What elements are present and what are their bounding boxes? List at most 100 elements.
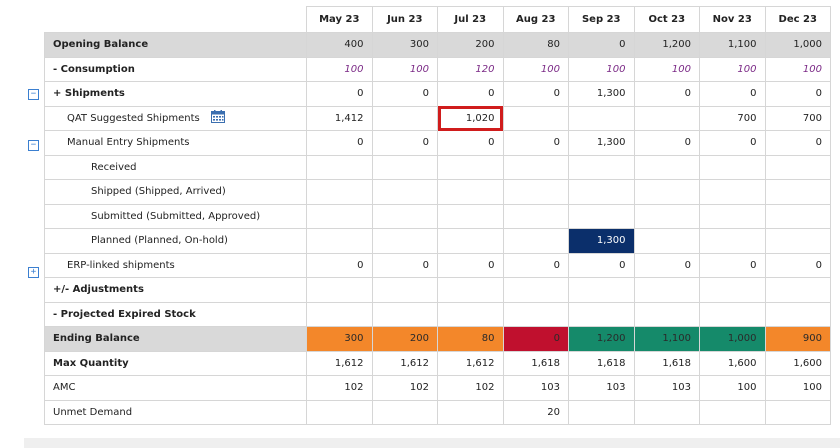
unmet-demand-cell	[764, 399, 831, 425]
shipped-cell[interactable]	[306, 179, 373, 205]
planned-cell[interactable]	[502, 228, 569, 254]
opening-balance-cell: 300	[371, 32, 438, 58]
received-cell[interactable]	[568, 154, 635, 180]
amc-cell: 103	[633, 375, 700, 401]
received-cell[interactable]	[371, 154, 438, 180]
submitted-cell[interactable]	[306, 203, 373, 229]
qat-suggested-cell[interactable]	[633, 105, 700, 131]
received-cell[interactable]	[699, 154, 766, 180]
planned-cell[interactable]	[371, 228, 438, 254]
amc-cell: 102	[371, 375, 438, 401]
adjustments-cell[interactable]	[699, 277, 766, 303]
qat-suggested-cell[interactable]: 700	[764, 105, 831, 131]
opening-balance-cell: 1,100	[699, 32, 766, 58]
expired-stock-cell	[502, 301, 569, 327]
qat-suggested-cell-highlighted[interactable]: 1,020	[437, 105, 504, 131]
manual-entry-cell: 0	[764, 130, 831, 156]
horizontal-scrollbar[interactable]	[24, 438, 840, 448]
month-header-row: May 23 Jun 23 Jul 23 Aug 23 Sep 23 Oct 2…	[44, 6, 831, 33]
expired-stock-cell	[764, 301, 831, 327]
shipments-cell: 0	[633, 81, 700, 107]
received-cell[interactable]	[633, 154, 700, 180]
erp-linked-cell: 0	[371, 252, 438, 278]
received-cell[interactable]	[502, 154, 569, 180]
planned-cell[interactable]	[633, 228, 700, 254]
month-header: May 23	[306, 6, 373, 33]
shipments-collapse-icon[interactable]: −	[28, 89, 39, 100]
consumption-cell[interactable]: 100	[568, 56, 635, 82]
consumption-row: - Consumption 100 100 120 100 100 100 10…	[44, 56, 831, 82]
received-cell[interactable]	[764, 154, 831, 180]
shipments-cell: 0	[306, 81, 373, 107]
submitted-cell[interactable]	[764, 203, 831, 229]
amc-cell: 100	[699, 375, 766, 401]
shipped-cell[interactable]	[568, 179, 635, 205]
expired-stock-cell	[437, 301, 504, 327]
manual-entry-cell: 0	[633, 130, 700, 156]
shipped-cell[interactable]	[437, 179, 504, 205]
qat-suggested-cell[interactable]: 1,412	[306, 105, 373, 131]
submitted-cell[interactable]	[437, 203, 504, 229]
consumption-cell[interactable]: 100	[764, 56, 831, 82]
adjustments-cell[interactable]	[502, 277, 569, 303]
submitted-cell[interactable]	[568, 203, 635, 229]
consumption-cell[interactable]: 100	[306, 56, 373, 82]
row-label: +/- Adjustments	[44, 277, 307, 303]
max-quantity-row: Max Quantity 1,612 1,612 1,612 1,618 1,6…	[44, 350, 831, 376]
opening-balance-cell: 200	[437, 32, 504, 58]
erp-expand-icon[interactable]: +	[28, 267, 39, 278]
submitted-row: Submitted (Submitted, Approved)	[44, 203, 831, 229]
submitted-cell[interactable]	[371, 203, 438, 229]
planned-cell-shipment[interactable]: 1,300	[568, 228, 635, 254]
manual-collapse-icon[interactable]: −	[28, 140, 39, 151]
shipped-cell[interactable]	[699, 179, 766, 205]
adjustments-cell[interactable]	[764, 277, 831, 303]
shipped-cell[interactable]	[633, 179, 700, 205]
adjustments-cell[interactable]	[437, 277, 504, 303]
erp-linked-cell: 0	[699, 252, 766, 278]
adjustments-cell[interactable]	[371, 277, 438, 303]
qat-suggested-cell[interactable]: 700	[699, 105, 766, 131]
submitted-cell[interactable]	[633, 203, 700, 229]
amc-cell: 102	[306, 375, 373, 401]
consumption-cell[interactable]: 100	[371, 56, 438, 82]
unmet-demand-cell	[437, 399, 504, 425]
consumption-cell[interactable]: 120	[437, 56, 504, 82]
planned-cell[interactable]	[699, 228, 766, 254]
submitted-cell[interactable]	[502, 203, 569, 229]
planned-cell[interactable]	[306, 228, 373, 254]
consumption-cell[interactable]: 100	[633, 56, 700, 82]
month-header: Oct 23	[633, 6, 700, 33]
adjustments-row: +/- Adjustments	[44, 277, 831, 303]
planned-cell[interactable]	[437, 228, 504, 254]
shipped-cell[interactable]	[371, 179, 438, 205]
qat-suggested-row: QAT Suggested Shipments 1,412 1,020 700 …	[44, 105, 831, 131]
unmet-demand-cell	[371, 399, 438, 425]
row-label: Planned (Planned, On-hold)	[44, 228, 307, 254]
received-cell[interactable]	[306, 154, 373, 180]
received-cell[interactable]	[437, 154, 504, 180]
month-header: Dec 23	[764, 6, 831, 33]
planned-cell[interactable]	[764, 228, 831, 254]
ending-balance-cell: 80	[437, 326, 504, 352]
erp-linked-row: ERP-linked shipments 0 0 0 0 0 0 0 0	[44, 252, 831, 278]
amc-row: AMC 102 102 102 103 103 103 100 100	[44, 375, 831, 401]
qat-suggested-cell[interactable]	[568, 105, 635, 131]
qat-suggested-cell[interactable]	[502, 105, 569, 131]
opening-balance-cell: 80	[502, 32, 569, 58]
amc-cell: 103	[502, 375, 569, 401]
erp-linked-cell: 0	[633, 252, 700, 278]
submitted-cell[interactable]	[699, 203, 766, 229]
row-label: Submitted (Submitted, Approved)	[44, 203, 307, 229]
shipped-cell[interactable]	[502, 179, 569, 205]
consumption-cell[interactable]: 100	[502, 56, 569, 82]
ending-balance-cell: 200	[371, 326, 438, 352]
adjustments-cell[interactable]	[306, 277, 373, 303]
consumption-cell[interactable]: 100	[699, 56, 766, 82]
adjustments-cell[interactable]	[568, 277, 635, 303]
max-quantity-cell: 1,612	[371, 350, 438, 376]
shipped-cell[interactable]	[764, 179, 831, 205]
qat-suggested-cell[interactable]	[371, 105, 438, 131]
adjustments-cell[interactable]	[633, 277, 700, 303]
calendar-icon[interactable]	[210, 110, 225, 126]
